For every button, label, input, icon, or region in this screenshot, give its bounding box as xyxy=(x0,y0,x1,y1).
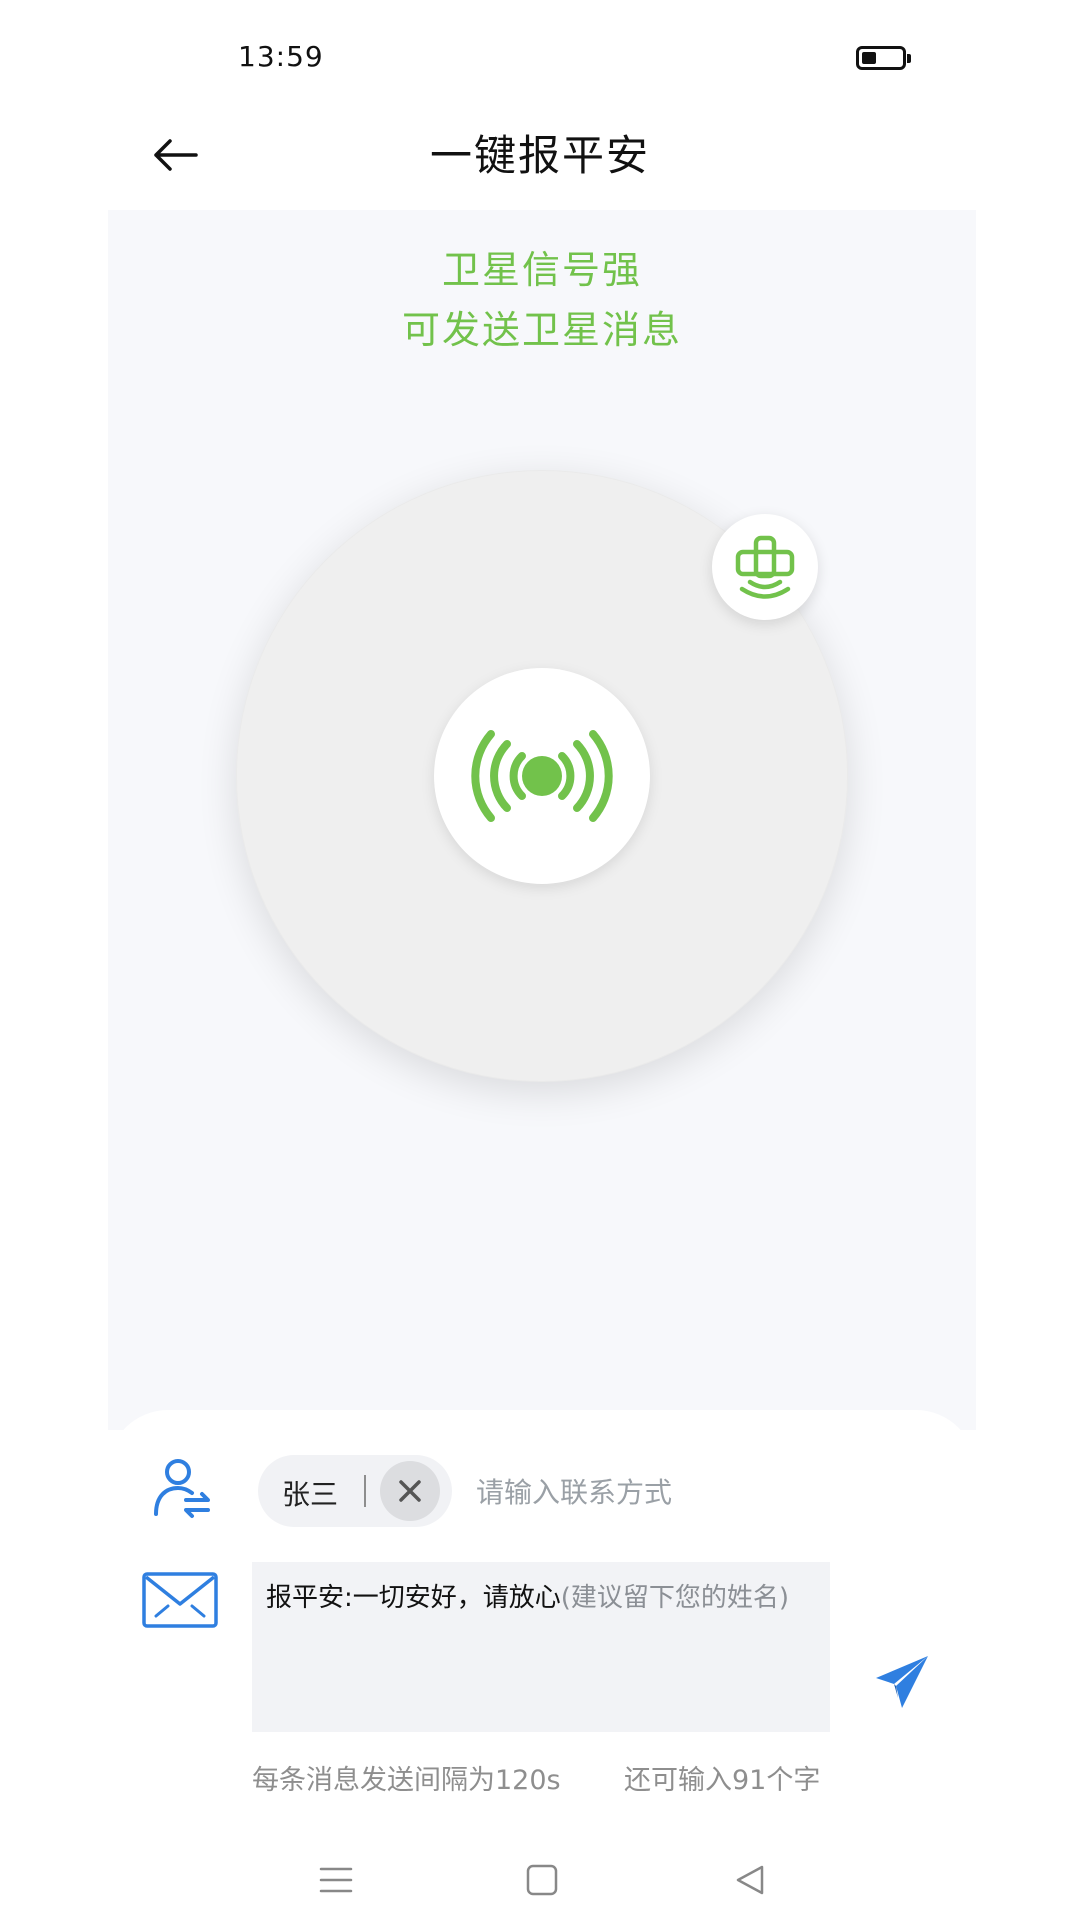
selected-contact-chip[interactable]: 张三 xyxy=(258,1455,452,1527)
contact-input[interactable] xyxy=(474,1466,954,1518)
contact-name: 张三 xyxy=(282,1478,339,1511)
envelope-icon xyxy=(142,1572,218,1628)
square-home-icon xyxy=(526,1864,558,1896)
contact-switch-icon[interactable] xyxy=(150,1456,214,1520)
paper-plane-icon xyxy=(876,1656,928,1708)
system-nav-bar xyxy=(0,1840,1080,1920)
close-icon xyxy=(399,1480,421,1502)
battery-level xyxy=(862,52,876,64)
signal-availability-text: 可发送卫星消息 xyxy=(401,308,682,352)
page-title: 一键报平安 xyxy=(429,131,650,180)
chip-divider xyxy=(364,1475,366,1507)
message-text: 报平安:一切安好，请放心 xyxy=(266,1583,561,1613)
status-bar: 13:59 xyxy=(0,0,1080,110)
status-time: 13:59 xyxy=(238,40,324,73)
menu-lines-icon xyxy=(319,1867,353,1893)
satellite-button[interactable] xyxy=(712,514,818,620)
main-panel: 卫星信号强 可发送卫星消息 xyxy=(108,210,976,1430)
satellite-dish-icon xyxy=(735,535,795,599)
send-interval-note: 每条消息发送间隔为120s xyxy=(252,1765,561,1796)
signal-strength-text: 卫星信号强 xyxy=(441,248,642,292)
remaining-chars-note: 还可输入91个字 xyxy=(624,1765,821,1796)
send-button[interactable] xyxy=(870,1650,934,1714)
nav-back-button[interactable] xyxy=(724,1854,776,1906)
app-header: 一键报平安 xyxy=(0,110,1080,210)
message-input[interactable]: 报平安:一切安好，请放心(建议留下您的姓名) xyxy=(252,1562,830,1732)
broadcast-button[interactable] xyxy=(434,668,650,884)
message-hint: (建议留下您的姓名) xyxy=(560,1583,790,1613)
triangle-back-icon xyxy=(736,1865,764,1895)
signal-status: 卫星信号强 可发送卫星消息 xyxy=(108,240,976,360)
remove-contact-button[interactable] xyxy=(380,1461,440,1521)
battery-icon xyxy=(856,46,911,70)
broadcast-signal-icon xyxy=(471,730,613,822)
nav-menu-button[interactable] xyxy=(310,1854,362,1906)
nav-home-button[interactable] xyxy=(516,1854,568,1906)
